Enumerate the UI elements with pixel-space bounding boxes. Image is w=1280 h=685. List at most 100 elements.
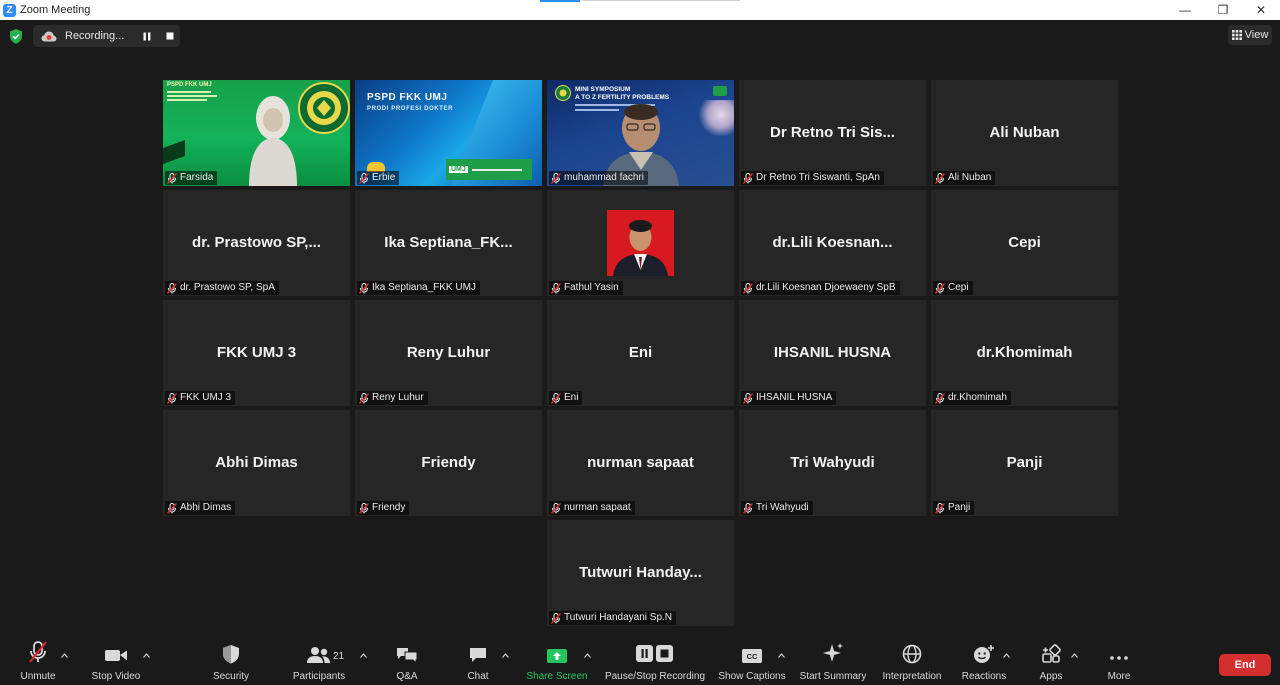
- participant-name-label: Tutwuri Handayani Sp.N: [549, 611, 677, 625]
- participant-tile[interactable]: Ali Nuban Ali Nuban: [931, 80, 1118, 186]
- participant-name: dr.Khomimah: [948, 392, 1007, 403]
- participant-name-label: Fathul Yasin: [549, 281, 623, 295]
- slide-header: PSPD FKK UMJ: [367, 92, 448, 103]
- video-options-chevron-up-icon[interactable]: [143, 653, 150, 658]
- participant-tile[interactable]: PSPD FKK UMJ Farsida: [163, 80, 350, 186]
- participant-name-label: Panji: [933, 501, 975, 515]
- participant-tile[interactable]: Fathul Yasin: [547, 190, 734, 296]
- muted-mic-icon: [359, 392, 369, 404]
- view-button[interactable]: View: [1228, 25, 1272, 45]
- participant-name-label: IHSANIL HUSNA: [741, 391, 837, 405]
- minimize-button[interactable]: —: [1166, 0, 1204, 20]
- reactions-button[interactable]: Reactions: [960, 636, 1008, 685]
- muted-mic-icon: [743, 502, 753, 514]
- participant-name-label: Farsida: [165, 171, 218, 185]
- reactions-options-chevron-up-icon[interactable]: [1003, 653, 1010, 658]
- participant-tile[interactable]: IHSANIL HUSNA IHSANIL HUSNA: [739, 300, 926, 406]
- participant-tile[interactable]: Tri Wahyudi Tri Wahyudi: [739, 410, 926, 516]
- apps-button[interactable]: Apps: [1032, 636, 1070, 685]
- participant-tile[interactable]: Reny Luhur Reny Luhur: [355, 300, 542, 406]
- pause-recording-button[interactable]: [141, 30, 153, 42]
- view-label: View: [1244, 29, 1269, 41]
- participant-tile[interactable]: Panji Panji: [931, 410, 1118, 516]
- participant-name-label: muhammad fachri: [549, 171, 649, 185]
- apps-options-chevron-up-icon[interactable]: [1071, 653, 1078, 658]
- close-button[interactable]: ✕: [1242, 0, 1280, 20]
- participant-name-label: Dr Retno Tri Siswanti, SpAn: [741, 171, 884, 185]
- stop-video-button[interactable]: Stop Video: [86, 636, 146, 685]
- more-label: More: [1107, 671, 1131, 682]
- security-shield-icon: [223, 645, 239, 664]
- slide-title: MINI SYMPOSIUM: [575, 86, 631, 93]
- slide-text-line: [471, 168, 522, 171]
- participant-tile[interactable]: MINI SYMPOSIUM A TO Z FERTILITY PROBLEMS m…: [547, 80, 734, 186]
- pause-icon: [143, 32, 151, 40]
- participants-options-chevron-up-icon[interactable]: [360, 653, 367, 658]
- window-title: Zoom Meeting: [20, 4, 91, 16]
- cloud-recording-icon: [41, 31, 57, 41]
- slide-decoration: [697, 100, 734, 136]
- end-meeting-button[interactable]: End: [1219, 654, 1271, 676]
- participant-name-label: Friendy: [357, 501, 410, 515]
- recording-indicator: Recording...: [33, 25, 180, 47]
- chat-label: Chat: [467, 671, 489, 682]
- slide-header: PSPD FKK UMJ: [167, 82, 212, 88]
- participant-tile[interactable]: Ika Septiana_FK... Ika Septiana_FKK UMJ: [355, 190, 542, 296]
- participant-tile[interactable]: Dr Retno Tri Sis... Dr Retno Tri Siswanti…: [739, 80, 926, 186]
- participant-tile[interactable]: Abhi Dimas Abhi Dimas: [163, 410, 350, 516]
- captions-options-chevron-up-icon[interactable]: [778, 653, 785, 658]
- apps-icon: [1042, 644, 1061, 663]
- pause-stop-recording-button[interactable]: Pause/Stop Recording: [600, 636, 710, 685]
- unmute-button[interactable]: Unmute: [14, 636, 62, 685]
- muted-mic-icon: [935, 172, 945, 184]
- participant-tile[interactable]: FKK UMJ 3 FKK UMJ 3: [163, 300, 350, 406]
- share-options-chevron-up-icon[interactable]: [584, 653, 591, 658]
- participant-tile[interactable]: dr. Prastowo SP,... dr. Prastowo SP, SpA: [163, 190, 350, 296]
- restore-button[interactable]: ❐: [1204, 0, 1242, 20]
- participant-name-label: Eni: [549, 391, 583, 405]
- muted-mic-icon: [359, 172, 369, 184]
- event-logo-icon: [555, 85, 571, 101]
- pause-stop-icon: [636, 645, 673, 662]
- muted-mic-icon: [167, 172, 177, 184]
- participant-tile[interactable]: dr.Khomimah dr.Khomimah: [931, 300, 1118, 406]
- qa-button[interactable]: Q&A: [388, 636, 426, 685]
- slide-banner: UMJ: [446, 159, 532, 180]
- slide-text-line: [167, 95, 217, 97]
- participant-name: Panji: [948, 502, 971, 513]
- participant-name: FKK UMJ 3: [180, 392, 232, 403]
- muted-mic-icon: [743, 172, 753, 184]
- person-portrait-icon: [613, 220, 668, 276]
- participant-tile[interactable]: Friendy Friendy: [355, 410, 542, 516]
- participant-tile[interactable]: PSPD FKK UMJ PRODI PROFESI DOKTER UMJ Erbie: [355, 80, 542, 186]
- interpretation-button[interactable]: Interpretation: [877, 636, 947, 685]
- participant-name: Reny Luhur: [372, 392, 424, 403]
- show-captions-button[interactable]: CC Show Captions: [716, 636, 788, 685]
- chat-options-chevron-up-icon[interactable]: [502, 653, 509, 658]
- sparkle-icon: [823, 643, 843, 662]
- start-summary-button[interactable]: Start Summary: [796, 636, 870, 685]
- participant-tile[interactable]: nurman sapaat nurman sapaat: [547, 410, 734, 516]
- participant-tile[interactable]: Eni Eni: [547, 300, 734, 406]
- muted-mic-icon: [935, 282, 945, 294]
- encryption-shield-icon[interactable]: [9, 29, 23, 44]
- participant-tile[interactable]: dr.Lili Koesnan... dr.Lili Koesnan Djoewa…: [739, 190, 926, 296]
- muted-mic-icon: [551, 392, 561, 404]
- muted-mic-icon: [551, 172, 561, 184]
- participant-name: Friendy: [372, 502, 406, 513]
- chat-button[interactable]: Chat: [459, 636, 497, 685]
- qa-label: Q&A: [396, 671, 418, 682]
- slide-logo: [713, 86, 727, 96]
- stop-recording-button[interactable]: [164, 30, 176, 42]
- security-button[interactable]: Security: [206, 636, 256, 685]
- stop-icon: [166, 32, 174, 40]
- participant-tile[interactable]: Tutwuri Handay... Tutwuri Handayani Sp.N: [547, 520, 734, 626]
- slide-decoration: [163, 139, 185, 165]
- participants-count: 21: [333, 651, 345, 662]
- audio-options-chevron-up-icon[interactable]: [61, 653, 68, 658]
- share-screen-button[interactable]: Share Screen: [523, 636, 591, 685]
- slide-text-line: [167, 99, 207, 101]
- participant-name: dr. Prastowo SP, SpA: [180, 282, 275, 293]
- participant-tile[interactable]: Cepi Cepi: [931, 190, 1118, 296]
- more-button[interactable]: More: [1100, 636, 1138, 685]
